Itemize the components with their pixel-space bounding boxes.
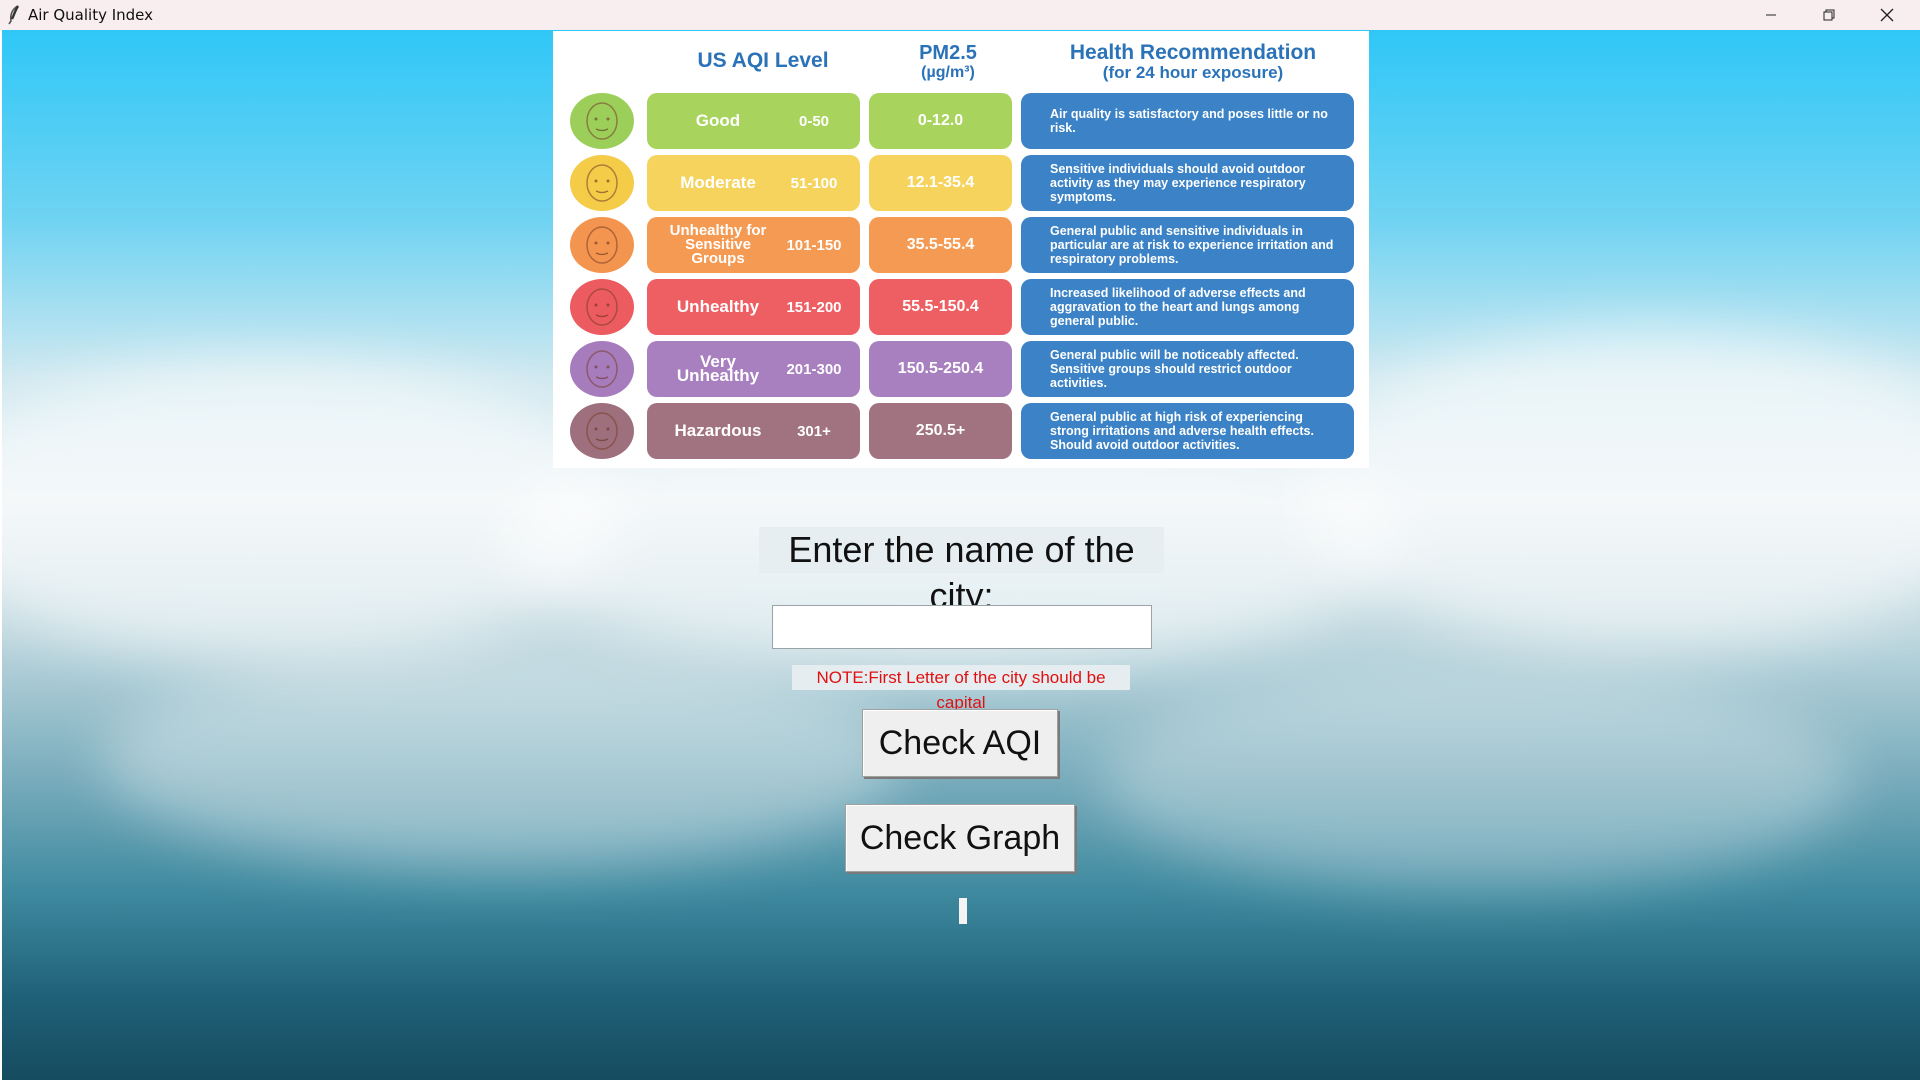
city-name-input[interactable] xyxy=(772,605,1152,649)
aqi-level-range: 301+ xyxy=(797,422,831,440)
pm25-range-badge: 150.5-250.4 xyxy=(869,341,1012,397)
header-pm25: PM2.5 (µg/m³) xyxy=(876,43,1020,83)
pm25-range-badge: 250.5+ xyxy=(869,403,1012,459)
check-aqi-button[interactable]: Check AQI xyxy=(862,709,1058,777)
neutral-face-icon xyxy=(570,155,634,211)
masked-face-icon xyxy=(570,279,634,335)
feather-icon xyxy=(8,5,20,25)
aqi-level-range: 101-150 xyxy=(786,236,842,254)
aqi-level-range: 151-200 xyxy=(786,298,842,316)
health-recommendation: General public will be noticeably affect… xyxy=(1021,341,1354,397)
aqi-row-good: Good 0-50 0-12.0 Air quality is satisfac… xyxy=(553,93,1369,149)
background-cloud xyxy=(1102,670,1852,890)
health-recommendation: Air quality is satisfactory and poses li… xyxy=(1021,93,1354,149)
health-recommendation: Sensitive individuals should avoid outdo… xyxy=(1021,155,1354,211)
health-recommendation: General public at high risk of experienc… xyxy=(1021,403,1354,459)
aqi-level-range: 0-50 xyxy=(798,112,830,130)
minimize-button[interactable] xyxy=(1742,0,1800,30)
window-title: Air Quality Index xyxy=(28,6,154,24)
aqi-level-range: 201-300 xyxy=(786,360,842,378)
aqi-infographic: US AQI Level PM2.5 (µg/m³) Health Recomm… xyxy=(553,31,1369,468)
header-health-subtitle: (for 24 hour exposure) xyxy=(1102,63,1284,82)
gas-mask-face-icon xyxy=(570,341,634,397)
health-recommendation: Increased likelihood of adverse effects … xyxy=(1021,279,1354,335)
aqi-level-badge: Unhealthy 151-200 xyxy=(647,279,860,335)
city-prompt-label: Enter the name of the city: xyxy=(759,527,1164,616)
app-window-body: US AQI Level PM2.5 (µg/m³) Health Recomm… xyxy=(2,30,1920,1080)
close-icon xyxy=(1880,8,1894,22)
aqi-level-name: Very Unhealthy xyxy=(676,352,760,385)
smiling-face-icon xyxy=(570,93,634,149)
header-aqi-level: US AQI Level xyxy=(697,49,829,72)
header-pm25-unit: (µg/m³) xyxy=(921,64,975,81)
result-label xyxy=(959,898,967,924)
frowning-face-icon xyxy=(570,217,634,273)
minimize-icon xyxy=(1766,14,1776,16)
respirator-face-icon xyxy=(570,403,634,459)
header-pm25-title: PM2.5 xyxy=(919,42,977,64)
close-button[interactable] xyxy=(1858,0,1916,30)
aqi-level-name: Good xyxy=(695,111,741,130)
health-recommendation: General public and sensitive individuals… xyxy=(1021,217,1354,273)
aqi-level-range: 51-100 xyxy=(790,174,838,192)
aqi-row-unhealthy: Unhealthy 151-200 55.5-150.4 Increased l… xyxy=(553,279,1369,335)
pm25-range-badge: 35.5-55.4 xyxy=(869,217,1012,273)
pm25-range-badge: 0-12.0 xyxy=(869,93,1012,149)
check-graph-button[interactable]: Check Graph xyxy=(845,804,1075,872)
aqi-level-badge: Moderate 51-100 xyxy=(647,155,860,211)
maximize-button[interactable] xyxy=(1800,0,1858,30)
aqi-level-badge: Good 0-50 xyxy=(647,93,860,149)
background-cloud xyxy=(1302,330,1920,650)
header-health-recommendation: Health Recommendation (for 24 hour expos… xyxy=(1023,41,1363,83)
aqi-level-name: Unhealthy xyxy=(676,297,760,316)
capitalization-note: NOTE:First Letter of the city should be … xyxy=(792,665,1130,712)
background-cloud xyxy=(102,650,902,870)
aqi-level-name: Unhealthy for Sensitive Groups xyxy=(669,222,767,267)
aqi-level-badge: Hazardous 301+ xyxy=(647,403,860,459)
aqi-level-name: Hazardous xyxy=(674,421,762,440)
aqi-row-moderate: Moderate 51-100 12.1-35.4 Sensitive indi… xyxy=(553,155,1369,211)
aqi-row-very-unhealthy: Very Unhealthy 201-300 150.5-250.4 Gener… xyxy=(553,341,1369,397)
pm25-range-badge: 12.1-35.4 xyxy=(869,155,1012,211)
header-health-title: Health Recommendation xyxy=(1069,41,1317,64)
window-title-bar[interactable]: Air Quality Index xyxy=(0,0,1920,30)
aqi-row-hazardous: Hazardous 301+ 250.5+ General public at … xyxy=(553,403,1369,459)
aqi-level-badge: Unhealthy for Sensitive Groups 101-150 xyxy=(647,217,860,273)
aqi-row-unhealthy-sensitive: Unhealthy for Sensitive Groups 101-150 3… xyxy=(553,217,1369,273)
aqi-level-name: Moderate xyxy=(680,173,756,192)
restore-icon xyxy=(1823,9,1835,21)
aqi-level-badge: Very Unhealthy 201-300 xyxy=(647,341,860,397)
pm25-range-badge: 55.5-150.4 xyxy=(869,279,1012,335)
